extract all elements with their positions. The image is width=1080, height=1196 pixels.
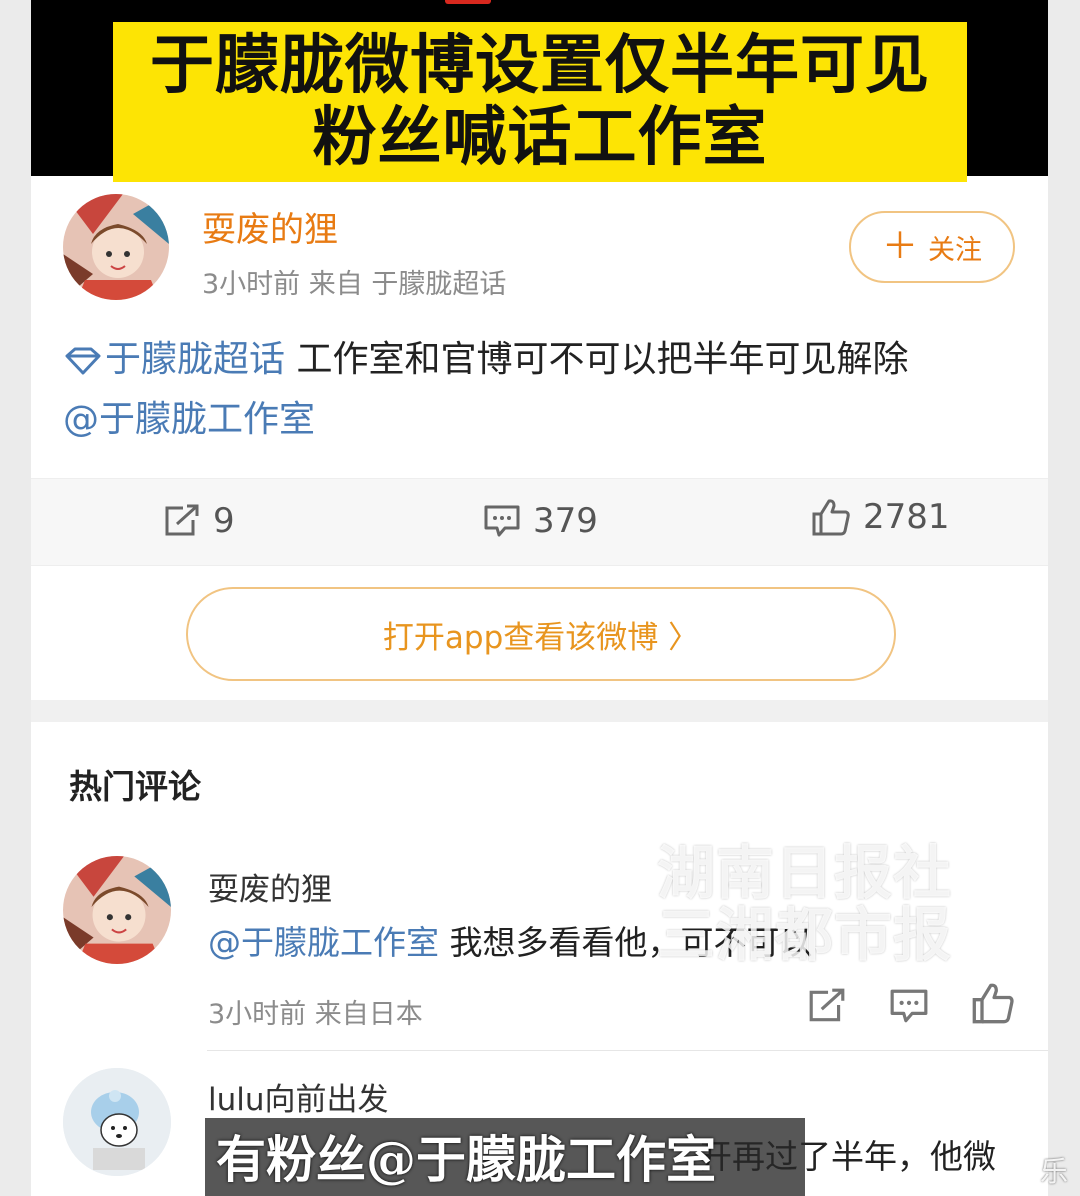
- like-icon: [812, 499, 850, 536]
- post-body: 于朦胧超话 工作室和官博可不可以把半年可见解除 @于朦胧工作室: [63, 330, 1013, 450]
- news-watermark: 湖南日报社 三湘都市报: [657, 842, 952, 966]
- video-subtitle: 有粉丝@于朦胧工作室: [216, 1130, 716, 1189]
- post-username[interactable]: 耍废的狸: [202, 202, 338, 251]
- comment-icon[interactable]: [889, 988, 929, 1024]
- section-separator: [31, 700, 1048, 722]
- repost-button[interactable]: 9: [163, 501, 235, 541]
- post-avatar[interactable]: [63, 194, 169, 300]
- headline-banner: 于朦胧微博设置仅半年可见 粉丝喊话工作室: [113, 22, 967, 182]
- comment-meta: 3小时前 来自日本: [208, 999, 423, 1030]
- topic-label: 于朦胧超话: [105, 339, 286, 380]
- comment-avatar[interactable]: [63, 1068, 171, 1176]
- comment-icon: [484, 505, 520, 537]
- comment-count: 379: [533, 501, 598, 541]
- red-tab-mark: [445, 0, 491, 4]
- comment-avatar[interactable]: [63, 856, 171, 964]
- post-meta: 3小时前 来自 于朦胧超话: [202, 269, 507, 300]
- post-text: 工作室和官博可不可以把半年可见解除: [285, 339, 909, 380]
- weibo-screen: 于朦胧微博设置仅半年可见 粉丝喊话工作室 耍废的狸 3小时前 来自 于朦胧超话 …: [31, 0, 1048, 1196]
- corner-watermark: 乐: [1039, 1155, 1068, 1188]
- headline-line-2: 粉丝喊话工作室: [312, 100, 768, 175]
- comment-username[interactable]: 耍废的狸: [208, 864, 332, 909]
- watermark-line-1: 湖南日报社: [657, 839, 953, 907]
- comment-button[interactable]: 379: [483, 501, 598, 541]
- follow-button[interactable]: ＋ 关注: [849, 211, 1015, 283]
- repost-icon[interactable]: [807, 988, 847, 1024]
- post-mention[interactable]: @于朦胧工作室: [63, 399, 315, 440]
- post-action-bar: 9 379 2781: [31, 478, 1048, 566]
- follow-label: 关注: [928, 234, 982, 266]
- like-count: 2781: [863, 497, 950, 537]
- headline-line-1: 于朦胧微博设置仅半年可见: [150, 28, 930, 103]
- comment-mention[interactable]: @于朦胧工作室: [208, 923, 439, 962]
- like-button[interactable]: 2781: [811, 497, 950, 537]
- diamond-topic-icon: [65, 347, 101, 375]
- hot-comments-title: 热门评论: [69, 767, 201, 806]
- plus-icon: ＋: [881, 226, 918, 267]
- comment-username[interactable]: lulu向前出发: [208, 1074, 389, 1119]
- topic-link[interactable]: 于朦胧超话: [63, 339, 285, 380]
- comment-divider: [207, 1050, 1048, 1051]
- repost-icon: [165, 504, 199, 536]
- top-black-bar: 于朦胧微博设置仅半年可见 粉丝喊话工作室: [31, 0, 1048, 182]
- open-app-button[interactable]: 打开app查看该微博 〉: [186, 587, 896, 681]
- repost-count: 9: [213, 501, 235, 541]
- like-icon[interactable]: [971, 982, 1015, 1024]
- watermark-line-2: 三湘都市报: [657, 901, 953, 969]
